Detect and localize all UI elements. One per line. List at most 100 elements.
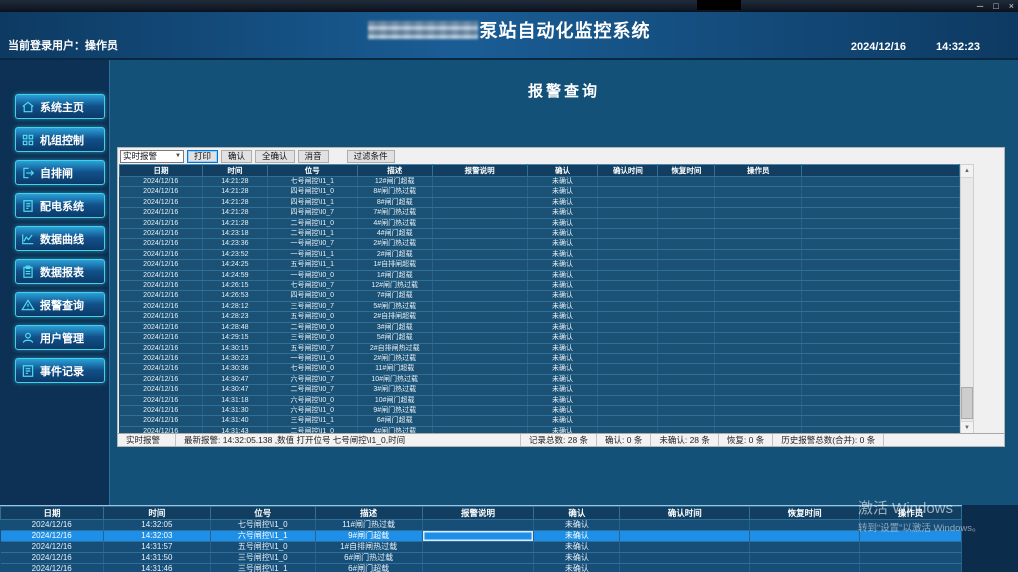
cell[interactable] <box>432 218 528 230</box>
cell[interactable] <box>801 301 960 313</box>
cell[interactable]: 五号闸控\I1_0 <box>210 541 316 553</box>
cell[interactable]: 8#闸门超载 <box>357 197 433 209</box>
cell[interactable] <box>657 353 716 365</box>
column-header[interactable]: 确认 <box>526 164 599 177</box>
cell[interactable]: 2024/12/16 <box>119 176 203 188</box>
cell[interactable] <box>714 301 803 313</box>
cell[interactable]: 一号闸控\I0_7 <box>267 238 358 250</box>
cell[interactable]: 未确认 <box>527 228 599 240</box>
cell[interactable]: 14:30:47 <box>202 384 268 396</box>
cell[interactable]: 8#闸门热过载 <box>357 186 433 198</box>
cell[interactable] <box>749 552 861 564</box>
table-row[interactable]: 2024/12/16 14:30:15 五号闸控\I0_7 2#自排闸热过载 未确认 <box>119 343 960 354</box>
cell[interactable] <box>422 541 535 553</box>
cell[interactable] <box>801 290 960 302</box>
column-header[interactable]: 位号 <box>266 164 358 177</box>
cell[interactable] <box>619 563 751 572</box>
cell[interactable] <box>714 238 803 250</box>
cell[interactable] <box>657 374 716 386</box>
cell[interactable] <box>801 197 960 209</box>
cell[interactable] <box>859 552 962 564</box>
cell[interactable]: 未确认 <box>527 186 599 198</box>
table-row[interactable]: 2024/12/16 14:24:59 一号闸控\I0_0 1#闸门超载 未确认 <box>119 270 960 282</box>
cell[interactable] <box>657 301 716 313</box>
cell[interactable] <box>801 405 960 417</box>
cell[interactable]: 5#闸门热过载 <box>357 301 433 313</box>
cell[interactable]: 一号闸控\I0_0 <box>267 270 358 282</box>
cell[interactable]: 14:24:59 <box>202 270 268 282</box>
cell[interactable] <box>801 259 960 271</box>
table-row[interactable]: 2024/12/16 14:21:28 四号闸控\I1_1 8#闸门超载 未确认 <box>119 197 960 209</box>
cell[interactable] <box>432 259 528 271</box>
cell[interactable]: 七号闸控\I0_0 <box>267 363 358 375</box>
cell[interactable]: 14:21:28 <box>202 207 268 219</box>
cell[interactable]: 2024/12/16 <box>119 322 203 334</box>
cell[interactable] <box>657 322 716 334</box>
cell[interactable]: 1#自排闸超载 <box>357 259 433 271</box>
cell[interactable]: 未确认 <box>527 395 599 406</box>
cell[interactable]: 未确认 <box>527 415 599 427</box>
cell[interactable]: 2024/12/16 <box>0 563 104 572</box>
cell[interactable]: 14:26:53 <box>202 290 268 302</box>
cell[interactable] <box>714 259 803 271</box>
cell[interactable]: 2024/12/16 <box>0 552 104 564</box>
cell[interactable] <box>432 405 528 417</box>
column-header[interactable]: 报警说明 <box>421 506 535 520</box>
cell[interactable] <box>859 519 962 531</box>
cell[interactable]: 2024/12/16 <box>119 218 203 230</box>
cell[interactable] <box>714 343 803 354</box>
cell[interactable]: 七号闸控\I1_1 <box>267 176 358 188</box>
cell[interactable] <box>657 238 716 250</box>
cell[interactable] <box>801 218 960 230</box>
cell[interactable]: 六号闸控\I1_0 <box>267 405 358 417</box>
cell[interactable] <box>657 405 716 417</box>
cell[interactable] <box>714 332 803 344</box>
cell[interactable] <box>714 405 803 417</box>
cell[interactable]: 2024/12/16 <box>119 343 203 354</box>
cell[interactable] <box>801 207 960 219</box>
cell[interactable] <box>432 301 528 313</box>
cell[interactable] <box>859 541 962 553</box>
cell[interactable] <box>597 290 659 302</box>
cell[interactable] <box>597 343 659 354</box>
cell[interactable] <box>801 332 960 344</box>
cell[interactable]: 未确认 <box>527 301 599 313</box>
cell[interactable] <box>619 519 751 531</box>
cell[interactable]: 14:32:05 <box>103 519 211 531</box>
cell[interactable] <box>801 415 960 427</box>
cell[interactable]: 6#闸门热过载 <box>315 552 423 564</box>
cell[interactable]: 14:31:57 <box>103 541 211 553</box>
maximize-button[interactable]: □ <box>993 0 998 12</box>
cell[interactable]: 未确认 <box>527 218 599 230</box>
cell[interactable] <box>432 363 528 375</box>
cell[interactable]: 14:31:50 <box>103 552 211 564</box>
table-row[interactable]: 2024/12/16 14:31:40 三号闸控\I1_1 6#闸门超载 未确认 <box>119 415 960 427</box>
cell[interactable] <box>432 186 528 198</box>
column-header[interactable]: 报警说明 <box>431 164 528 177</box>
cell[interactable] <box>597 176 659 188</box>
cell[interactable] <box>801 238 960 250</box>
sidebar-item-power-system[interactable]: 配电系统 <box>15 193 105 218</box>
cell[interactable] <box>859 530 962 542</box>
cell[interactable]: 四号闸控\I1_0 <box>267 186 358 198</box>
cell[interactable]: 14:32:03 <box>103 530 211 542</box>
cell[interactable] <box>597 301 659 313</box>
cell[interactable]: 2024/12/16 <box>119 311 203 323</box>
cell[interactable] <box>432 197 528 209</box>
cell[interactable] <box>432 280 528 292</box>
cell[interactable]: 14:23:18 <box>202 228 268 240</box>
cell[interactable]: 14:24:25 <box>202 259 268 271</box>
cell[interactable]: 14:30:47 <box>202 374 268 386</box>
close-button[interactable]: × <box>1009 0 1014 12</box>
cell[interactable]: 14:21:28 <box>202 186 268 198</box>
column-header[interactable]: 描述 <box>356 164 433 177</box>
table-row[interactable]: 2024/12/16 14:30:47 六号闸控\I0_7 10#闸门热过载 未确认 <box>119 374 960 386</box>
cell[interactable]: 1#自排闸热过载 <box>315 541 423 553</box>
cell[interactable] <box>657 207 716 219</box>
column-header[interactable]: 操作员 <box>714 164 803 177</box>
cell[interactable]: 未确认 <box>527 353 599 365</box>
table-row[interactable]: 2024/12/16 14:21:28 七号闸控\I1_1 12#闸门超载 未确认 <box>119 176 960 188</box>
table-row[interactable]: 2024/12/16 14:21:28 四号闸控\I0_7 7#闸门热过载 未确认 <box>119 207 960 219</box>
cell[interactable] <box>432 290 528 302</box>
sidebar-item-event-log[interactable]: 事件记录 <box>15 358 105 383</box>
